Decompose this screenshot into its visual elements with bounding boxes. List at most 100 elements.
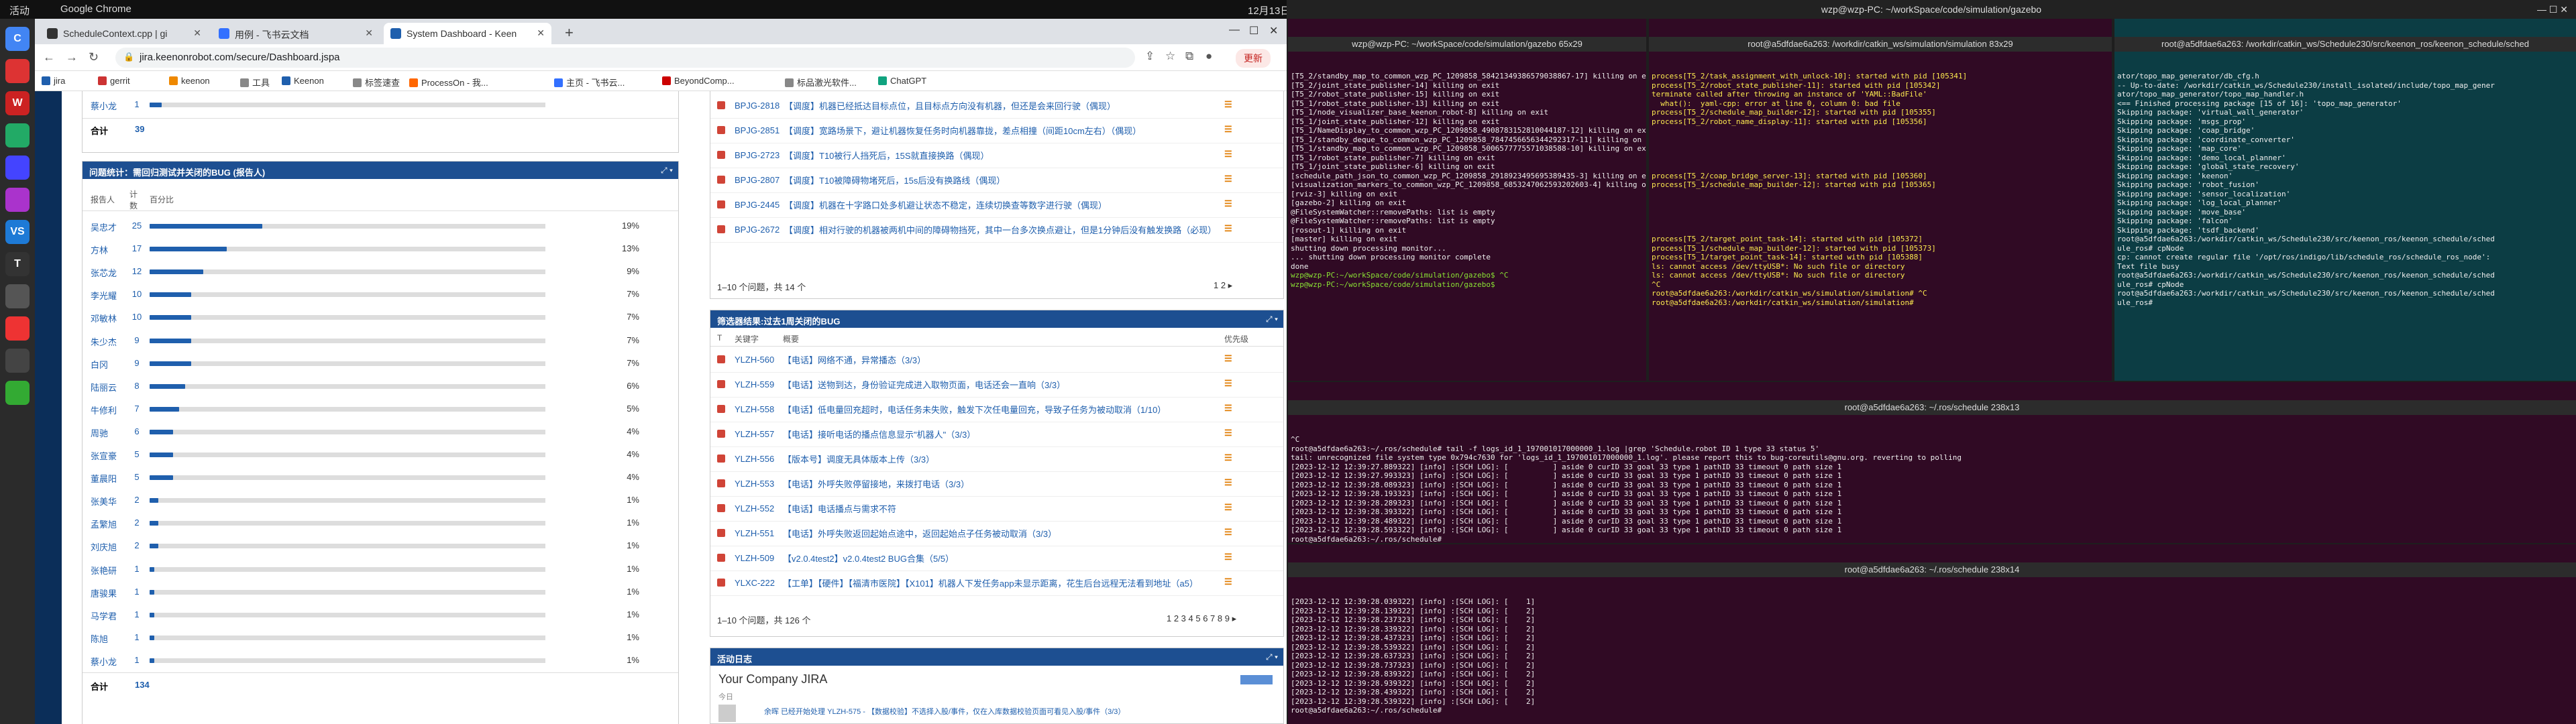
reporter-count[interactable]: 1 xyxy=(127,655,147,665)
dock-app8-icon[interactable]: T xyxy=(5,252,30,276)
issue-key[interactable]: YLXC-222 xyxy=(735,578,775,588)
issue-summary[interactable]: 【调度】机器已经抵达目标点位，且目标点方向没有机器，但还是会来回行驶（偶现） xyxy=(784,101,1214,112)
issue-key[interactable]: YLZH-552 xyxy=(735,503,774,514)
reload-icon[interactable]: ↻ xyxy=(89,50,99,64)
issue-key[interactable]: YLZH-559 xyxy=(735,379,774,389)
reporter-name[interactable]: 方林 xyxy=(91,243,108,256)
issue-summary[interactable]: 【工单】【硬件】【福清市医院】【X101】机器人下发任务app未显示距离，花生后… xyxy=(783,578,1212,589)
issue-key[interactable]: YLZH-551 xyxy=(735,528,774,538)
dock-app12-icon[interactable] xyxy=(5,381,30,405)
reporter-count[interactable]: 5 xyxy=(127,472,147,482)
terminal-tail-log[interactable]: root@a5dfdae6a263: ~/.ros/schedule 238x1… xyxy=(1288,382,2576,543)
issue-summary[interactable]: 【调度】T10被障碍物堵死后，15s后没有换路线（偶现） xyxy=(784,175,1214,186)
issue-summary[interactable]: 【电话】送物到达，身份验证完成进入取物页面，电话还会一直响（3/3） xyxy=(783,379,1212,391)
reporter-name[interactable]: 蔡小龙 xyxy=(91,655,117,668)
new-tab-button[interactable]: + xyxy=(565,24,574,42)
reporter-name[interactable]: 刘庆旭 xyxy=(91,540,117,553)
reporter-count[interactable]: 1 xyxy=(127,587,147,597)
dock-vscode-icon[interactable]: VS xyxy=(5,220,30,244)
bookmark-item[interactable]: keenon xyxy=(169,76,210,86)
reporter-count[interactable]: 6 xyxy=(127,426,147,436)
terminal-window-controls[interactable]: — ☐ ✕ xyxy=(2537,4,2568,15)
back-icon[interactable]: ← xyxy=(43,50,55,64)
dock-app3-icon[interactable]: W xyxy=(5,91,30,115)
total-value[interactable]: 39 xyxy=(135,124,144,134)
reporter-name[interactable]: 朱少杰 xyxy=(91,335,117,348)
total-value[interactable]: 134 xyxy=(135,680,150,690)
reporter-name[interactable]: 白冈 xyxy=(91,358,108,371)
issue-summary[interactable]: 【调度】机器在十字路口处多机避让状态不稳定，连续切换查等数字进行驶（偶现） xyxy=(784,200,1214,211)
issue-summary[interactable]: 【v2.0.4test2】v2.0.4test2 BUG合集（5/5） xyxy=(783,553,1212,564)
gadget-controls-icon[interactable]: ⤢ ▾ xyxy=(661,166,673,176)
issue-key[interactable]: BPJG-2445 xyxy=(735,200,780,210)
reporter-name[interactable]: 陈旭 xyxy=(91,632,108,645)
terminal-schedule-log[interactable]: root@a5dfdae6a263: ~/.ros/schedule 238x1… xyxy=(1288,544,2576,724)
reporter-count[interactable]: 5 xyxy=(127,449,147,459)
reporter-count[interactable]: 7 xyxy=(127,404,147,414)
update-button[interactable]: 更新 xyxy=(1236,49,1271,68)
reporter-name[interactable]: 张宣豪 xyxy=(91,449,117,462)
reporter-count[interactable]: 8 xyxy=(127,381,147,391)
dock-app5-icon[interactable] xyxy=(5,156,30,180)
issue-summary[interactable]: 【调度】宽路场景下，避让机器恢复任务时向机器靠拢，差点相撞（间距10cm左右）（… xyxy=(784,125,1214,137)
dock-app11-icon[interactable] xyxy=(5,349,30,373)
reporter-name[interactable]: 唐骏果 xyxy=(91,587,117,599)
reporter-count[interactable]: 1 xyxy=(127,99,147,109)
reporter-name[interactable]: 吴忠才 xyxy=(91,221,117,233)
activities-button[interactable]: 活动 xyxy=(9,3,30,17)
pager-links[interactable]: 1 2 ▸ xyxy=(1214,280,1232,291)
dock-chrome-icon[interactable]: C xyxy=(5,27,30,51)
url-input[interactable]: 🔒 jira.keenonrobot.com/secure/Dashboard.… xyxy=(115,48,1135,68)
reporter-name[interactable]: 周驰 xyxy=(91,426,108,439)
terminal-build[interactable]: root@a5dfdae6a263: /workdir/catkin_ws/Sc… xyxy=(2114,19,2576,381)
reporter-name[interactable]: 蔡小龙 xyxy=(91,99,117,112)
tab-dashboard[interactable]: System Dashboard - Keen ✕ xyxy=(384,23,551,44)
share-icon[interactable]: ⇪ xyxy=(1145,50,1155,63)
reporter-name[interactable]: 李光耀 xyxy=(91,289,117,302)
bookmark-item[interactable]: 工具 xyxy=(240,76,270,88)
reporter-name[interactable]: 邓敏林 xyxy=(91,312,117,324)
close-icon[interactable]: ✕ xyxy=(537,27,545,39)
dock-app9-icon[interactable] xyxy=(5,284,30,308)
dock-app10-icon[interactable] xyxy=(5,316,30,341)
reporter-name[interactable]: 马学君 xyxy=(91,609,117,622)
tab-schedulecontext[interactable]: ScheduleContext.cpp | gi ✕ xyxy=(40,23,208,44)
reporter-count[interactable]: 1 xyxy=(127,609,147,619)
reporter-name[interactable]: 张艳研 xyxy=(91,564,117,577)
close-window-icon[interactable]: ✕ xyxy=(1269,24,1278,38)
reporter-count[interactable]: 2 xyxy=(127,495,147,505)
issue-summary[interactable]: 【版本号】调度无具体版本上传（3/3） xyxy=(783,454,1212,465)
issue-key[interactable]: YLZH-553 xyxy=(735,479,774,489)
reporter-count[interactable]: 2 xyxy=(127,518,147,528)
reporter-count[interactable]: 9 xyxy=(127,335,147,345)
bookmark-item[interactable]: jira xyxy=(42,76,65,86)
terminal-gazebo[interactable]: wzp@wzp-PC: ~/workSpace/code/simulation/… xyxy=(1288,19,1646,381)
gadget-controls-icon[interactable]: ⤢ ▾ xyxy=(1266,652,1278,662)
terminal-simulation[interactable]: root@a5dfdae6a263: /workdir/catkin_ws/si… xyxy=(1649,19,2112,381)
bookmark-item[interactable]: 标品激光软件... xyxy=(785,76,857,88)
minimize-icon[interactable]: — xyxy=(1229,24,1240,36)
issue-key[interactable]: BPJG-2672 xyxy=(735,225,780,235)
reporter-count[interactable]: 25 xyxy=(127,221,147,231)
issue-key[interactable]: YLZH-509 xyxy=(735,553,774,563)
reporter-count[interactable]: 10 xyxy=(127,289,147,299)
bookmark-item[interactable]: gerrit xyxy=(98,76,130,86)
issue-key[interactable]: BPJG-2807 xyxy=(735,175,780,185)
maximize-icon[interactable]: ☐ xyxy=(1249,24,1258,38)
reporter-name[interactable]: 孟繁旭 xyxy=(91,518,117,530)
reporter-count[interactable]: 9 xyxy=(127,358,147,368)
issue-key[interactable]: YLZH-556 xyxy=(735,454,774,464)
issue-key[interactable]: YLZH-560 xyxy=(735,355,774,365)
app-menu[interactable]: Google Chrome xyxy=(60,3,131,15)
reporter-name[interactable]: 张芯龙 xyxy=(91,266,117,279)
bookmark-star-icon[interactable]: ☆ xyxy=(1165,50,1175,63)
issue-summary[interactable]: 【调度】相对行驶的机器被两机中间的障碍物挡死，其中一台多次换点避让，但是1分钟后… xyxy=(784,225,1216,236)
issue-key[interactable]: YLZH-558 xyxy=(735,404,774,414)
bookmark-item[interactable]: Keenon xyxy=(282,76,324,86)
issue-summary[interactable]: 【调度】T10被行人挡死后，15S就直接换路（偶现） xyxy=(784,150,1214,162)
reporter-count[interactable]: 1 xyxy=(127,564,147,574)
reporter-count[interactable]: 12 xyxy=(127,266,147,276)
issue-summary[interactable]: 【电话】网络不通，异常播态（3/3） xyxy=(783,355,1212,366)
pager-links[interactable]: 1 2 3 4 5 6 7 8 9 ▸ xyxy=(1167,613,1236,624)
issue-summary[interactable]: 【电话】接听电话的播点信息显示"机器人"（3/3） xyxy=(783,429,1212,440)
